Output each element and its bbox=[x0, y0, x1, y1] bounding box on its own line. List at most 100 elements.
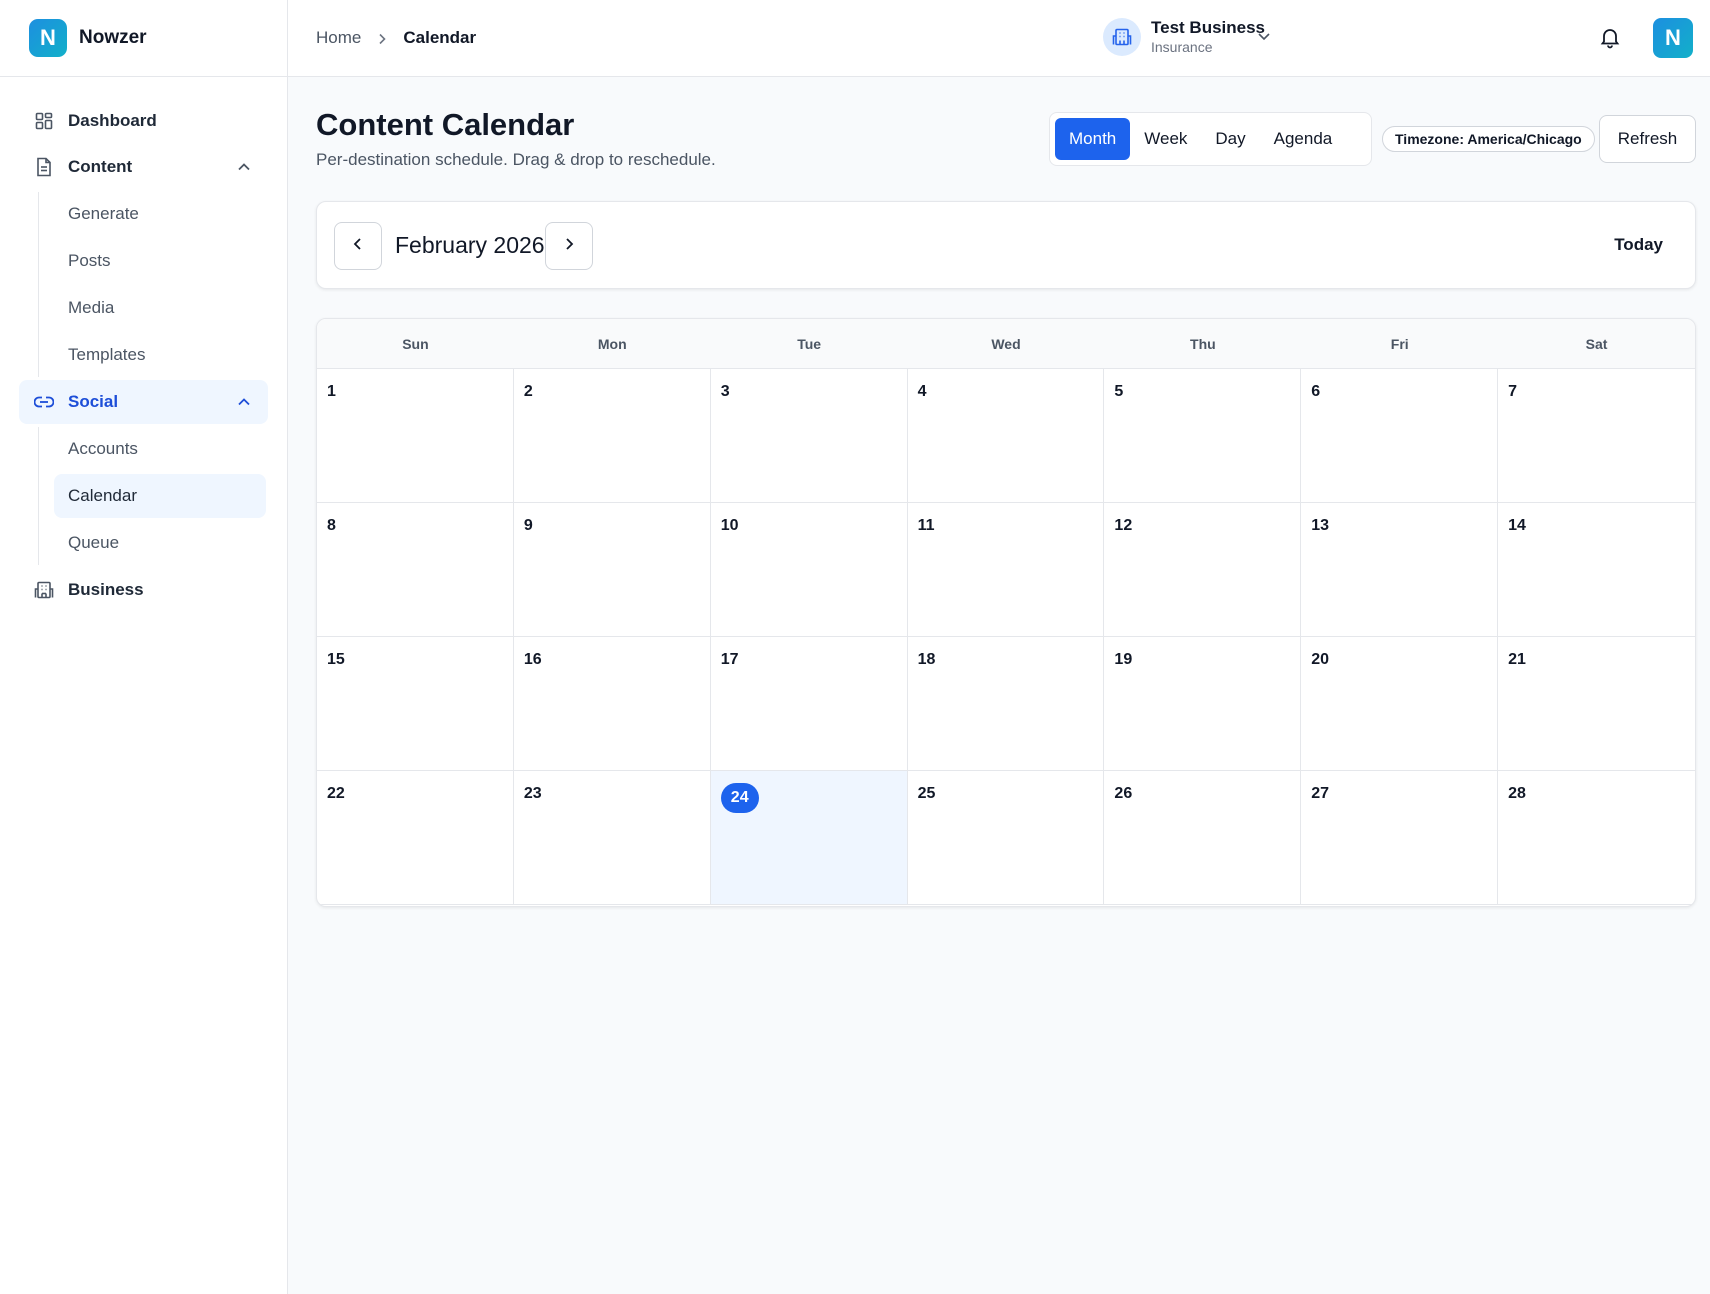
weekday-label: Sun bbox=[402, 335, 429, 352]
day-number: 4 bbox=[917, 383, 927, 400]
day-number: 17 bbox=[720, 651, 739, 668]
view-toggle: Month Week Day Agenda bbox=[1049, 112, 1372, 166]
link-icon bbox=[34, 392, 54, 412]
avatar[interactable]: N bbox=[1653, 18, 1693, 58]
calendar-day-cell[interactable]: 7 bbox=[1498, 369, 1695, 503]
chevron-up-icon bbox=[234, 392, 254, 412]
dashboard-grid-icon bbox=[34, 111, 54, 131]
calendar-day-cell[interactable]: 19 bbox=[1104, 637, 1302, 771]
calendar-day-cell[interactable]: 28 bbox=[1498, 771, 1695, 905]
sidebar-item-label: Content bbox=[68, 157, 133, 176]
page-title: Content Calendar bbox=[316, 107, 575, 142]
prev-month-button[interactable] bbox=[334, 222, 382, 270]
chevron-down-icon[interactable] bbox=[1256, 28, 1272, 44]
chevron-right-icon bbox=[375, 31, 389, 45]
day-number: 28 bbox=[1508, 785, 1526, 802]
document-icon bbox=[34, 157, 54, 177]
sidebar-item-queue[interactable]: Queue bbox=[54, 521, 266, 565]
sidebar: N Nowzer Dashboard Content Generate Post… bbox=[0, 0, 288, 1294]
weekday-label: Sat bbox=[1585, 335, 1608, 352]
today-button[interactable]: Today bbox=[1614, 235, 1663, 255]
calendar-day-cell[interactable]: 21 bbox=[1498, 637, 1695, 771]
calendar-day-cell[interactable]: 16 bbox=[513, 637, 711, 771]
calendar-day-cell[interactable]: 1 bbox=[317, 369, 514, 503]
weekday-label: Tue bbox=[797, 335, 822, 352]
day-number: 25 bbox=[917, 785, 936, 802]
sidebar-item-media[interactable]: Media bbox=[54, 286, 266, 330]
view-month-button[interactable]: Month bbox=[1055, 118, 1131, 160]
calendar-day-cell[interactable]: 17 bbox=[710, 637, 908, 771]
day-number: 5 bbox=[1114, 383, 1124, 400]
breadcrumb-home[interactable]: Home bbox=[316, 28, 361, 48]
calendar-days: 1 2 3 4 5 6 7 8 9 10 11 12 13 14 15 16 17 18 19 20 21 22 23 24 2… bbox=[317, 369, 1695, 905]
day-number: 15 bbox=[327, 651, 345, 668]
brand[interactable]: N Nowzer bbox=[0, 0, 287, 77]
calendar-day-cell[interactable]: 20 bbox=[1301, 637, 1499, 771]
day-number: 6 bbox=[1311, 383, 1321, 400]
calendar-day-cell[interactable]: 8 bbox=[317, 503, 514, 637]
sidebar-item-generate[interactable]: Generate bbox=[54, 192, 266, 236]
day-number: 2 bbox=[523, 383, 533, 400]
business-switcher[interactable]: Test Business Insurance bbox=[1103, 18, 1265, 56]
brand-name: Nowzer bbox=[79, 27, 147, 48]
calendar-day-cell[interactable]: 12 bbox=[1104, 503, 1302, 637]
sidebar-item-social[interactable]: Social bbox=[19, 380, 268, 424]
sidebar-item-dashboard[interactable]: Dashboard bbox=[19, 99, 268, 143]
day-number: 8 bbox=[327, 517, 336, 534]
calendar-day-cell[interactable]: 4 bbox=[907, 369, 1105, 503]
calendar-day-cell[interactable]: 14 bbox=[1498, 503, 1695, 637]
refresh-button[interactable]: Refresh bbox=[1599, 115, 1696, 163]
sidebar-nav: Dashboard Content Generate Posts Media T… bbox=[0, 77, 287, 612]
sidebar-item-templates[interactable]: Templates bbox=[54, 333, 266, 377]
calendar-day-cell[interactable]: 10 bbox=[710, 503, 908, 637]
day-number: 22 bbox=[327, 785, 345, 802]
calendar-day-cell[interactable]: 3 bbox=[710, 369, 908, 503]
day-number: 18 bbox=[917, 651, 936, 668]
calendar-day-cell[interactable]: 13 bbox=[1301, 503, 1499, 637]
sidebar-item-label: Business bbox=[68, 580, 144, 599]
social-subnav: Accounts Calendar Queue bbox=[38, 427, 287, 565]
sidebar-item-posts[interactable]: Posts bbox=[54, 239, 266, 283]
bell-icon[interactable] bbox=[1598, 25, 1622, 49]
top-bar: Home Calendar bbox=[288, 0, 1710, 77]
day-number: 7 bbox=[1508, 383, 1518, 400]
calendar-day-cell[interactable]: 15 bbox=[317, 637, 514, 771]
calendar-day-cell[interactable]: 6 bbox=[1301, 369, 1499, 503]
day-number: 20 bbox=[1311, 651, 1330, 668]
calendar-day-cell[interactable]: 22 bbox=[317, 771, 514, 905]
calendar-day-cell[interactable]: 27 bbox=[1301, 771, 1499, 905]
day-number: 19 bbox=[1114, 651, 1133, 668]
view-day-button[interactable]: Day bbox=[1201, 118, 1259, 160]
content-subnav: Generate Posts Media Templates bbox=[38, 192, 287, 377]
sidebar-item-content[interactable]: Content bbox=[19, 145, 268, 189]
breadcrumb: Home Calendar bbox=[288, 28, 476, 48]
next-month-button[interactable] bbox=[545, 222, 593, 270]
day-number: 13 bbox=[1311, 517, 1330, 534]
page-subtitle: Per-destination schedule. Drag & drop to… bbox=[316, 150, 716, 169]
chevron-up-icon bbox=[234, 157, 254, 177]
business-name: Test Business bbox=[1151, 18, 1266, 38]
calendar-day-cell[interactable]: 24 bbox=[710, 771, 908, 905]
month-navigator: February 2026 Today bbox=[316, 201, 1696, 289]
sidebar-item-calendar[interactable]: Calendar bbox=[54, 474, 266, 518]
month-calendar: Sun Mon Tue Wed Thu Fri Sat 1 2 3 4 5 6 7 8 9 10 1… bbox=[316, 318, 1696, 907]
calendar-day-cell[interactable]: 5 bbox=[1104, 369, 1302, 503]
business-info: Test Business Insurance bbox=[1151, 18, 1265, 55]
calendar-day-cell[interactable]: 18 bbox=[907, 637, 1105, 771]
sidebar-item-accounts[interactable]: Accounts bbox=[54, 427, 266, 471]
month-label: February 2026 bbox=[395, 232, 545, 258]
sidebar-item-business[interactable]: Business bbox=[19, 568, 268, 612]
calendar-day-cell[interactable]: 11 bbox=[907, 503, 1105, 637]
calendar-day-cell[interactable]: 26 bbox=[1104, 771, 1302, 905]
weekday-label: Fri bbox=[1390, 335, 1409, 352]
calendar-day-cell[interactable]: 2 bbox=[513, 369, 711, 503]
calendar-day-cell[interactable]: 9 bbox=[513, 503, 711, 637]
day-number: 14 bbox=[1508, 517, 1526, 534]
day-number: 21 bbox=[1508, 651, 1526, 668]
view-week-button[interactable]: Week bbox=[1130, 118, 1201, 160]
day-number: 1 bbox=[327, 383, 336, 400]
view-agenda-button[interactable]: Agenda bbox=[1260, 118, 1347, 160]
calendar-day-cell[interactable]: 25 bbox=[907, 771, 1105, 905]
calendar-day-cell[interactable]: 23 bbox=[513, 771, 711, 905]
day-number: 16 bbox=[523, 651, 542, 668]
